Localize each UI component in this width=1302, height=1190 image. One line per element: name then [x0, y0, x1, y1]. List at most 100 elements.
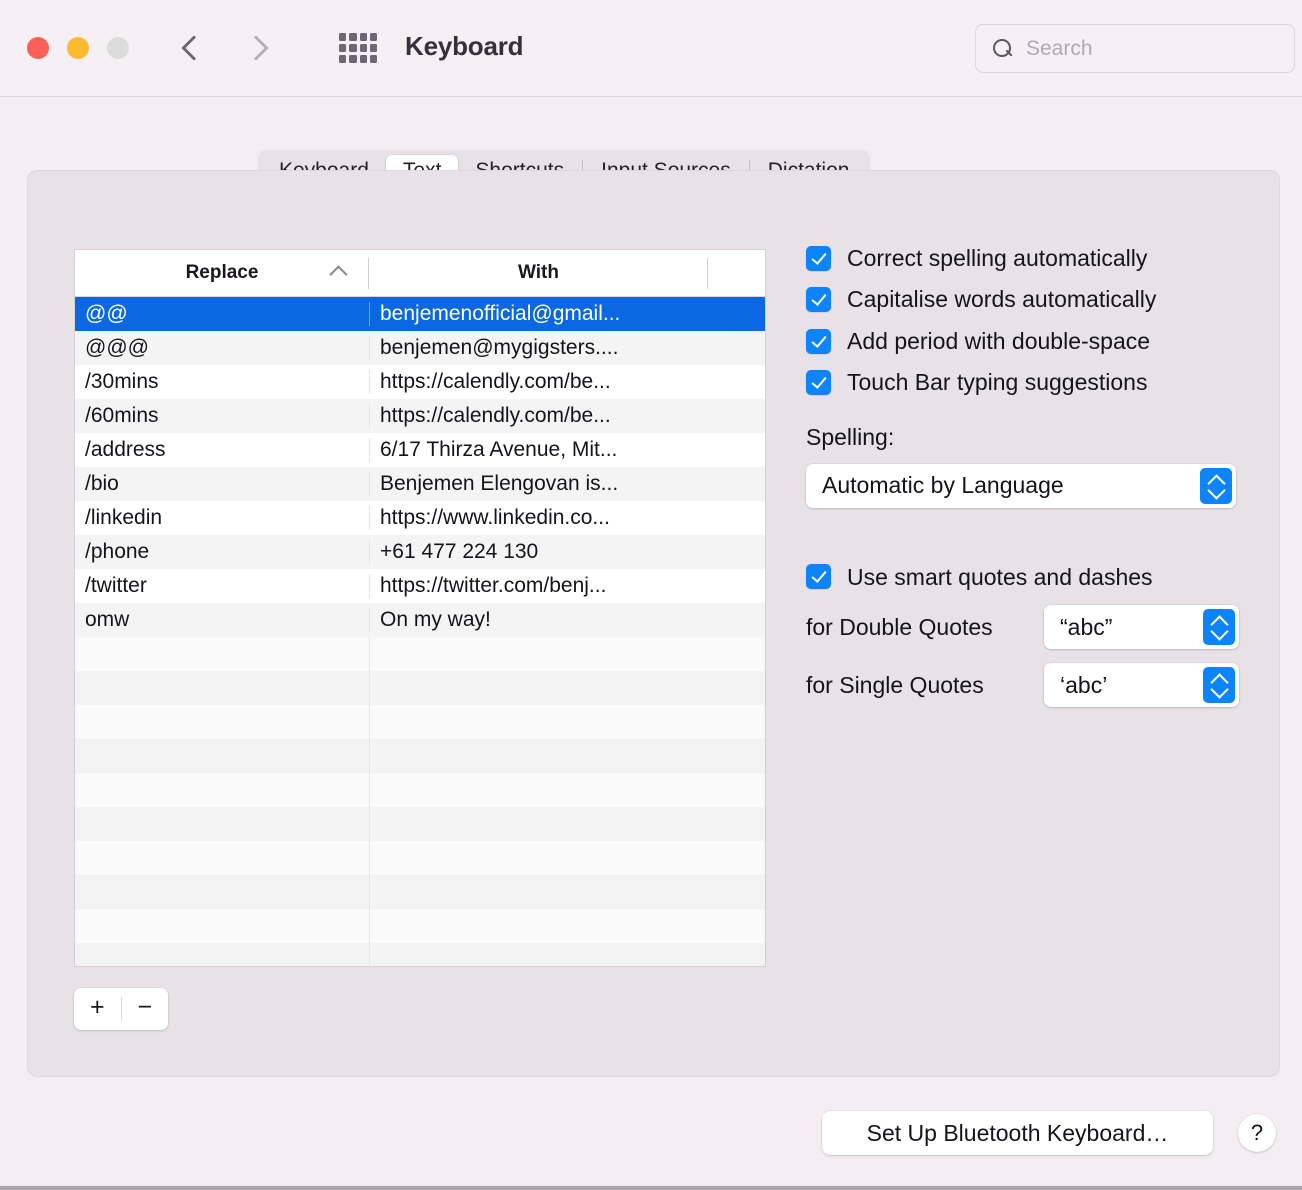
checkbox-label-correct-spelling: Correct spelling automatically: [847, 245, 1148, 271]
cell-replace: /twitter: [85, 574, 147, 597]
cell-with: On my way!: [369, 608, 708, 632]
table-empty-row: [75, 841, 765, 875]
double-quotes-dropdown-value: “abc”: [1060, 613, 1113, 640]
chevron-updown-icon[interactable]: [1200, 467, 1232, 504]
checkbox-row-capitalise-words[interactable]: Capitalise words automatically: [806, 286, 1256, 312]
table-body: @@ benjemenofficial@gmail... @@@ benjeme…: [75, 297, 765, 966]
add-entry-button[interactable]: +: [74, 988, 121, 1030]
spelling-dropdown[interactable]: Automatic by Language: [806, 463, 1236, 508]
table-row[interactable]: /address 6/17 Thirza Avenue, Mit...: [75, 433, 765, 467]
cell-replace: @@: [85, 302, 128, 325]
grid-cell: [349, 44, 357, 52]
sort-ascending-icon: [329, 265, 348, 284]
search-icon: [992, 38, 1014, 60]
table-empty-row: [75, 875, 765, 909]
remove-entry-button[interactable]: −: [122, 988, 169, 1030]
table-empty-row: [75, 943, 765, 966]
checkbox-capitalise-words[interactable]: [806, 287, 831, 313]
cell-replace: /address: [85, 438, 166, 461]
checkbox-row-smart-quotes[interactable]: Use smart quotes and dashes: [806, 564, 1256, 590]
spelling-label: Spelling:: [806, 423, 895, 450]
double-quotes-dropdown[interactable]: “abc”: [1044, 605, 1239, 650]
table-row[interactable]: /phone +61 477 224 130: [75, 535, 765, 569]
minimise-window-button[interactable]: [67, 37, 89, 59]
column-header-with-label: With: [518, 262, 559, 283]
text-options-panel: Correct spelling automatically Capitalis…: [806, 245, 1256, 708]
back-chevron-icon[interactable]: [180, 28, 204, 68]
table-header-row: Replace With: [75, 250, 765, 297]
zoom-window-button[interactable]: [107, 37, 129, 59]
cell-with: benjemenofficial@gmail...: [369, 302, 708, 326]
grid-cell: [339, 44, 347, 52]
traffic-lights: [27, 37, 129, 59]
close-window-button[interactable]: [27, 37, 49, 59]
table-row[interactable]: /30mins https://calendly.com/be...: [75, 365, 765, 399]
text-replacement-table: Replace With @@ benjemenofficial@gmail..…: [74, 249, 766, 967]
cell-with: https://twitter.com/benj...: [369, 574, 708, 598]
cell-replace: /linkedin: [85, 506, 163, 529]
cell-replace: omw: [85, 608, 130, 631]
column-header-with[interactable]: With: [369, 250, 708, 296]
checkbox-label-capitalise-words: Capitalise words automatically: [847, 286, 1157, 313]
cell-with: +61 477 224 130: [369, 540, 708, 564]
checkbox-add-period[interactable]: [806, 328, 831, 354]
window-titlebar: Keyboard Search: [0, 0, 1302, 97]
double-quotes-row: for Double Quotes “abc”: [806, 605, 1256, 650]
table-row[interactable]: /60mins https://calendly.com/be...: [75, 399, 765, 433]
column-header-extra[interactable]: [708, 250, 765, 296]
table-empty-row: [75, 773, 765, 807]
table-empty-row: [75, 909, 765, 943]
checkbox-correct-spelling[interactable]: [806, 245, 831, 271]
search-field[interactable]: Search: [975, 24, 1295, 73]
cell-with: 6/17 Thirza Avenue, Mit...: [369, 438, 708, 462]
single-quotes-label: for Single Quotes: [806, 671, 984, 698]
cell-replace: /30mins: [85, 370, 159, 393]
grid-cell: [369, 55, 377, 63]
checkbox-touch-bar-suggestions[interactable]: [806, 370, 831, 396]
checkbox-label-touch-bar-suggestions: Touch Bar typing suggestions: [847, 369, 1148, 396]
grid-cell: [369, 44, 377, 52]
show-all-grid-icon[interactable]: [337, 30, 379, 66]
forward-chevron-icon[interactable]: [242, 28, 266, 68]
table-row[interactable]: /bio Benjemen Elengovan is...: [75, 467, 765, 501]
chevron-updown-icon[interactable]: [1203, 609, 1235, 646]
checkbox-smart-quotes[interactable]: [806, 564, 831, 590]
table-row[interactable]: omw On my way!: [75, 603, 765, 637]
window-bottom-edge: [0, 1186, 1302, 1190]
table-row[interactable]: /linkedin https://www.linkedin.co...: [75, 501, 765, 535]
set-up-bluetooth-keyboard-button[interactable]: Set Up Bluetooth Keyboard…: [822, 1111, 1213, 1155]
grid-cell: [349, 55, 357, 63]
cell-with: Benjemen Elengovan is...: [369, 472, 708, 496]
grid-cell: [339, 33, 347, 41]
grid-cell: [359, 55, 367, 63]
table-empty-row: [75, 807, 765, 841]
table-empty-row: [75, 705, 765, 739]
cell-replace: /60mins: [85, 404, 159, 427]
grid-cell: [339, 55, 347, 63]
column-header-replace-label: Replace: [185, 262, 259, 283]
checkbox-row-correct-spelling[interactable]: Correct spelling automatically: [806, 245, 1256, 271]
table-row[interactable]: /twitter https://twitter.com/benj...: [75, 569, 765, 603]
cell-with: https://calendly.com/be...: [369, 404, 708, 428]
cell-with: benjemen@mygigsters....: [369, 336, 708, 360]
chevron-updown-icon[interactable]: [1203, 667, 1235, 704]
navigation-arrows: [180, 28, 266, 68]
add-remove-button-group: + −: [74, 988, 168, 1030]
single-quotes-dropdown[interactable]: ‘abc’: [1044, 663, 1239, 708]
smart-quotes-section: Use smart quotes and dashes for Double Q…: [806, 564, 1256, 708]
cell-with: https://calendly.com/be...: [369, 370, 708, 394]
cell-replace: /bio: [85, 472, 119, 495]
grid-cell: [369, 33, 377, 41]
checkbox-row-add-period[interactable]: Add period with double-space: [806, 328, 1256, 354]
double-quotes-label: for Double Quotes: [806, 613, 993, 640]
column-header-replace[interactable]: Replace: [75, 250, 369, 296]
cell-with: https://www.linkedin.co...: [369, 506, 708, 530]
cell-replace: @@@: [85, 336, 149, 359]
table-row[interactable]: @@@ benjemen@mygigsters....: [75, 331, 765, 365]
single-quotes-dropdown-value: ‘abc’: [1060, 671, 1108, 698]
help-button[interactable]: ?: [1238, 1114, 1276, 1152]
checkbox-row-touch-bar-suggestions[interactable]: Touch Bar typing suggestions: [806, 369, 1256, 395]
table-row[interactable]: @@ benjemenofficial@gmail...: [75, 297, 765, 331]
grid-cell: [359, 33, 367, 41]
cell-replace: /phone: [85, 540, 150, 563]
